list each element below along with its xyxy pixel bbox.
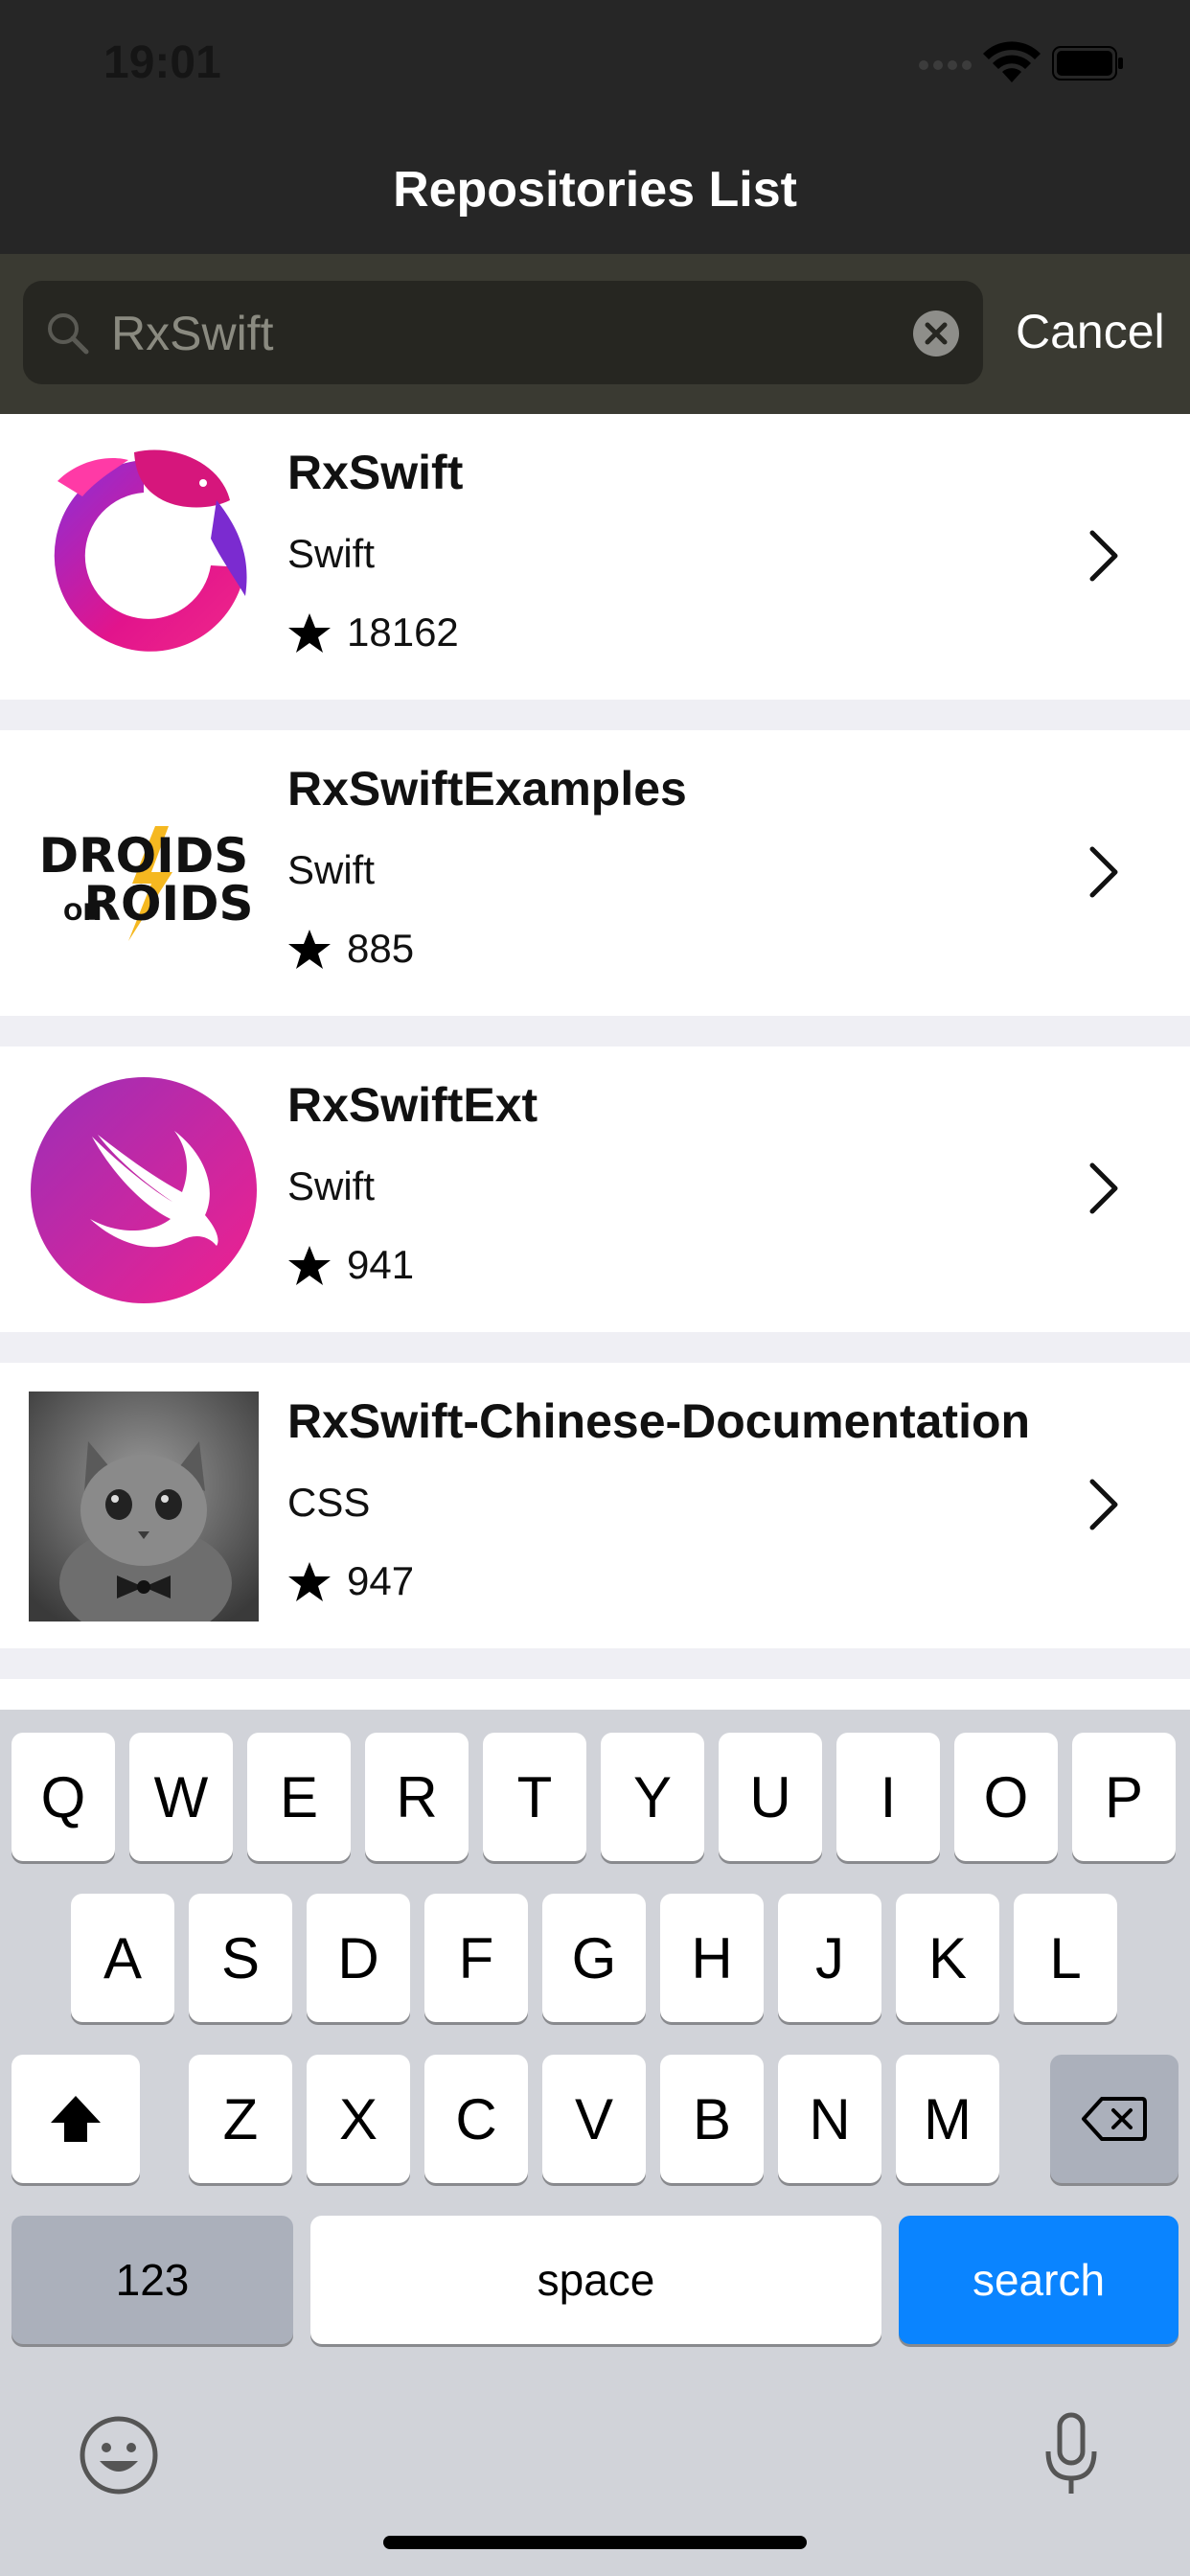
key-c[interactable]: C <box>424 2055 528 2183</box>
repo-name: RxSwiftExamples <box>287 762 687 816</box>
search-input-value: RxSwift <box>111 307 274 360</box>
key-n[interactable]: N <box>778 2055 881 2183</box>
page-title: Repositories List <box>393 162 797 218</box>
star-icon <box>288 613 331 653</box>
search-input[interactable]: RxSwift <box>23 281 983 384</box>
key-t[interactable]: T <box>483 1733 586 1861</box>
microphone-icon[interactable] <box>1041 2411 1102 2499</box>
key-a[interactable]: A <box>71 1894 174 2022</box>
logo-text-roids: ROIDS <box>83 876 253 932</box>
key-j[interactable]: J <box>778 1894 881 2022</box>
key-b[interactable]: B <box>660 2055 764 2183</box>
repo-name: RxSwift-Chinese-Documentation <box>287 1394 1031 1448</box>
key-d[interactable]: D <box>307 1894 410 2022</box>
swift-bird-logo-avatar <box>31 1077 257 1303</box>
key-w[interactable]: W <box>129 1733 233 1861</box>
repo-language: Swift <box>287 531 376 576</box>
repo-stars: 941 <box>347 1242 415 1287</box>
kitten-photo-avatar <box>29 1392 259 1622</box>
key-p[interactable]: P <box>1072 1733 1176 1861</box>
key-x[interactable]: X <box>307 2055 410 2183</box>
rxswift-eel-logo-avatar <box>54 449 247 652</box>
list-item[interactable]: RxSwiftExt Swift 941 <box>0 1046 1190 1332</box>
navigation-bar: Repositories List <box>0 134 1190 254</box>
key-l[interactable]: L <box>1014 1894 1117 2022</box>
key-r[interactable]: R <box>365 1733 469 1861</box>
key-i[interactable]: I <box>836 1733 940 1861</box>
key-q[interactable]: Q <box>11 1733 115 1861</box>
home-indicator <box>383 2536 807 2549</box>
status-bar: 19:01 <box>0 0 1190 134</box>
key-h[interactable]: H <box>660 1894 764 2022</box>
repo-name: RxSwiftExt <box>287 1078 538 1132</box>
repo-language: CSS <box>287 1480 371 1525</box>
keyboard: Q W E R T Y U I O P A S D F G H J K L Z … <box>0 1710 1190 2576</box>
list-item[interactable]: DROIDS ON ROIDS RxSwiftExamples Swift 88… <box>0 730 1190 1016</box>
search-key[interactable]: search <box>899 2216 1179 2344</box>
droids-on-roids-logo-avatar: DROIDS ON ROIDS <box>39 826 254 941</box>
chevron-right-icon <box>1089 1162 1118 1214</box>
repo-stars: 947 <box>347 1558 415 1603</box>
repo-stars: 18162 <box>347 610 459 655</box>
backspace-icon <box>1082 2097 1147 2141</box>
list-item[interactable]: RxSwift Swift 18162 <box>0 414 1190 700</box>
numbers-key[interactable]: 123 <box>11 2216 293 2344</box>
key-e[interactable]: E <box>247 1733 351 1861</box>
wifi-icon <box>983 41 1041 82</box>
key-f[interactable]: F <box>424 1894 528 2022</box>
signal-dots-icon <box>919 60 972 70</box>
key-s[interactable]: S <box>189 1894 292 2022</box>
delete-key[interactable] <box>1050 2055 1179 2183</box>
repo-language: Swift <box>287 847 376 892</box>
chevron-right-icon <box>1089 846 1118 898</box>
key-y[interactable]: Y <box>601 1733 704 1861</box>
key-k[interactable]: K <box>896 1894 999 2022</box>
status-time: 19:01 <box>103 37 221 88</box>
key-v[interactable]: V <box>542 2055 646 2183</box>
search-icon <box>48 313 89 355</box>
star-icon <box>288 930 331 969</box>
chevron-right-icon <box>1089 530 1118 582</box>
emoji-icon[interactable] <box>79 2415 159 2496</box>
shift-key[interactable] <box>11 2055 140 2183</box>
search-bar: RxSwift Cancel <box>0 254 1190 414</box>
list-item[interactable]: RxSwift-Chinese-Documentation CSS 947 <box>0 1363 1190 1648</box>
battery-icon <box>1052 46 1123 80</box>
star-icon <box>288 1246 331 1285</box>
space-key[interactable]: space <box>310 2216 881 2344</box>
key-m[interactable]: M <box>896 2055 999 2183</box>
star-icon <box>288 1562 331 1601</box>
clear-search-icon[interactable] <box>912 310 960 357</box>
cancel-button[interactable]: Cancel <box>1016 304 1165 359</box>
key-z[interactable]: Z <box>189 2055 292 2183</box>
key-u[interactable]: U <box>719 1733 822 1861</box>
repo-language: Swift <box>287 1163 376 1208</box>
key-g[interactable]: G <box>542 1894 646 2022</box>
repo-stars: 885 <box>347 926 415 971</box>
chevron-right-icon <box>1089 1479 1118 1530</box>
repo-name: RxSwift <box>287 446 464 499</box>
key-o[interactable]: O <box>954 1733 1058 1861</box>
shift-arrow-icon <box>51 2096 101 2142</box>
